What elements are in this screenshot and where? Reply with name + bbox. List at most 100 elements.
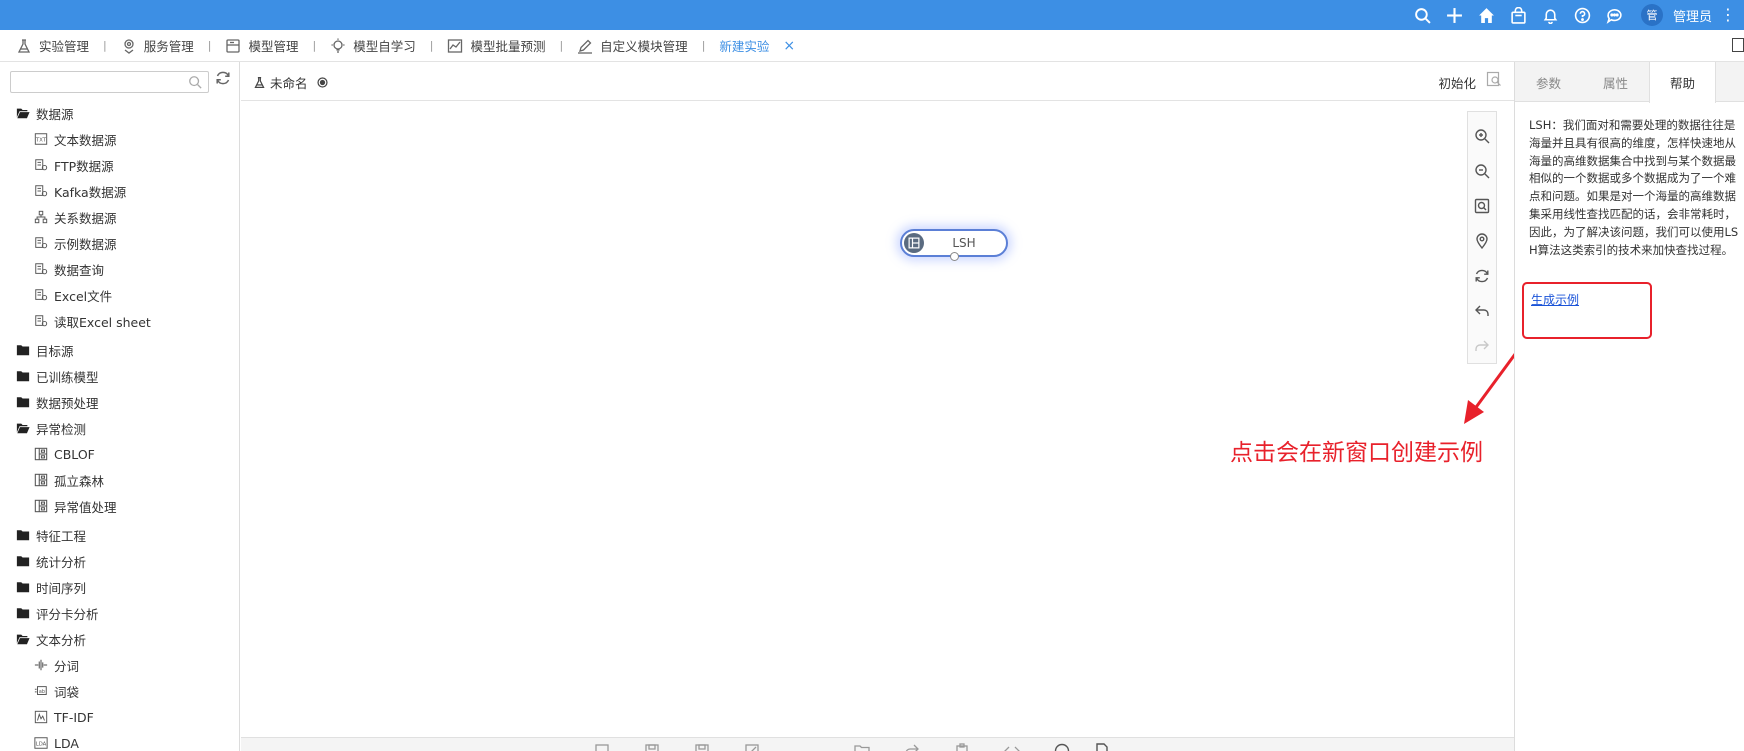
tab-properties[interactable]: 属性: [1582, 62, 1649, 102]
tree-label: 统计分析: [36, 554, 87, 570]
tree-item-bag-of-words[interactable]: ab 词袋: [0, 678, 239, 704]
tab-separator: |: [207, 39, 212, 52]
tree-label: FTP数据源: [54, 158, 114, 174]
search-input[interactable]: [11, 72, 181, 92]
db-icon: [34, 288, 48, 302]
tab-help[interactable]: 帮助: [1649, 62, 1716, 103]
close-icon[interactable]: ×: [783, 38, 795, 54]
output-port[interactable]: [950, 252, 959, 261]
tree-item-cblof[interactable]: CBLOF: [0, 441, 239, 467]
bell-icon[interactable]: [1535, 0, 1567, 30]
share-icon[interactable]: [904, 743, 920, 751]
folder-icon: [16, 580, 30, 594]
more-menu-icon[interactable]: ⋮: [1720, 0, 1736, 30]
tab-label: 模型管理: [248, 39, 299, 54]
canvas-toolbar: [1467, 111, 1497, 364]
undo-icon[interactable]: [1467, 293, 1497, 328]
tree-folder-scorecard-analysis[interactable]: 评分卡分析: [0, 600, 239, 626]
experiment-canvas[interactable]: LSH 点击会在新窗口创建示例: [241, 101, 1514, 737]
top-bar-actions: 管 管理员 ⋮: [1407, 0, 1744, 30]
tree-item-word-segmentation[interactable]: 分词: [0, 652, 239, 678]
help-icon[interactable]: [1567, 0, 1599, 30]
run-icon[interactable]: [594, 743, 610, 751]
gear-icon[interactable]: [316, 76, 329, 89]
tab-model-management[interactable]: 模型管理: [225, 30, 298, 62]
flow-node-lsh[interactable]: LSH: [900, 229, 1008, 261]
tab-model-batch-prediction[interactable]: 模型批量预测: [447, 30, 545, 62]
tree-label: 关系数据源: [54, 210, 117, 226]
tree-item-tf-idf[interactable]: TF-IDF: [0, 704, 239, 730]
tree-item-relational-data-source[interactable]: 关系数据源: [0, 204, 239, 230]
svg-text:TXT: TXT: [35, 138, 47, 144]
right-panel-tabs: 参数 属性 帮助: [1515, 62, 1744, 103]
zoom-in-icon[interactable]: [1467, 118, 1497, 153]
folder-icon: [16, 554, 30, 568]
tree-folder-target-source[interactable]: 目标源: [0, 337, 239, 363]
search-doc-icon[interactable]: [1486, 71, 1502, 87]
db-icon: [34, 184, 48, 198]
db-icon: [34, 314, 48, 328]
tab-experiment-management[interactable]: 实验管理: [16, 30, 89, 62]
experiment-name[interactable]: 未命名: [253, 73, 329, 92]
home-icon[interactable]: [1471, 0, 1503, 30]
tree-item-lda[interactable]: LDA LDA: [0, 730, 239, 751]
window-square-icon[interactable]: [1732, 38, 1744, 52]
tfidf-icon: [34, 710, 48, 724]
tree-item-isolation-forest[interactable]: 孤立森林: [0, 467, 239, 493]
folder-icon[interactable]: [854, 743, 870, 751]
tab-model-self-learning[interactable]: 模型自学习: [330, 30, 416, 62]
chat-icon[interactable]: [1599, 0, 1631, 30]
tree-label: 目标源: [36, 343, 74, 359]
tree-label: 已训练模型: [36, 369, 99, 385]
search-icon[interactable]: [188, 75, 202, 89]
tree-item-excel-file[interactable]: Excel文件: [0, 282, 239, 308]
tab-new-experiment[interactable]: 新建实验 ×: [719, 30, 795, 62]
clipboard-icon[interactable]: [954, 743, 970, 751]
model-icon: [225, 38, 241, 54]
tree-folder-text-analysis[interactable]: 文本分析: [0, 626, 239, 652]
tree-folder-feature-engineering[interactable]: 特征工程: [0, 522, 239, 548]
tree-item-data-query[interactable]: 数据查询: [0, 256, 239, 282]
tree-folder-trained-models[interactable]: 已训练模型: [0, 363, 239, 389]
tree-folder-anomaly-detection[interactable]: 异常检测: [0, 415, 239, 441]
tree-folder-statistical-analysis[interactable]: 统计分析: [0, 548, 239, 574]
plus-icon[interactable]: [1439, 0, 1471, 30]
tree-label: TF-IDF: [54, 709, 94, 725]
tree-folder-data-source[interactable]: 数据源: [0, 100, 239, 126]
location-icon[interactable]: [1467, 223, 1497, 258]
component-tree: 数据源 TXT 文本数据源 FTP数据源 Kafka数据源 关系数据源 示例数据…: [0, 100, 239, 751]
db-icon: [34, 236, 48, 250]
info-icon[interactable]: [1054, 743, 1070, 751]
tree-item-ftp-data-source[interactable]: FTP数据源: [0, 152, 239, 178]
canvas-header: 未命名 初始化: [241, 62, 1514, 101]
tree-item-text-data-source[interactable]: TXT 文本数据源: [0, 126, 239, 152]
tree-label: 文本数据源: [54, 132, 117, 148]
experiment-name-label: 未命名: [270, 76, 308, 91]
tree-folder-data-preprocessing[interactable]: 数据预处理: [0, 389, 239, 415]
user-name[interactable]: 管理员: [1673, 6, 1712, 25]
tab-label: 模型批量预测: [470, 39, 546, 54]
code-icon[interactable]: [1004, 743, 1020, 751]
initialize-button[interactable]: 初始化: [1438, 73, 1476, 92]
tree-item-kafka-data-source[interactable]: Kafka数据源: [0, 178, 239, 204]
doc-icon[interactable]: [1094, 743, 1110, 751]
search-icon[interactable]: [1407, 0, 1439, 30]
tab-label: 模型自学习: [353, 39, 416, 54]
bag-icon[interactable]: [1503, 0, 1535, 30]
export-icon[interactable]: [744, 743, 760, 751]
tab-parameters[interactable]: 参数: [1515, 62, 1582, 102]
save-icon[interactable]: [644, 743, 660, 751]
zoom-out-icon[interactable]: [1467, 153, 1497, 188]
tab-service-management[interactable]: 服务管理: [121, 30, 194, 62]
tree-item-sample-data-source[interactable]: 示例数据源: [0, 230, 239, 256]
tree-item-outlier-handling[interactable]: 异常值处理: [0, 493, 239, 519]
avatar[interactable]: 管: [1640, 4, 1663, 26]
refresh-icon[interactable]: [1467, 258, 1497, 293]
tab-custom-module-management[interactable]: 自定义模块管理: [577, 30, 688, 62]
tree-folder-time-series[interactable]: 时间序列: [0, 574, 239, 600]
save-as-icon[interactable]: [694, 743, 710, 751]
refresh-icon[interactable]: [215, 70, 231, 86]
tree-item-read-excel-sheet[interactable]: 读取Excel sheet: [0, 308, 239, 334]
annotation-highlight-box: [1522, 282, 1652, 339]
fit-view-icon[interactable]: [1467, 188, 1497, 223]
